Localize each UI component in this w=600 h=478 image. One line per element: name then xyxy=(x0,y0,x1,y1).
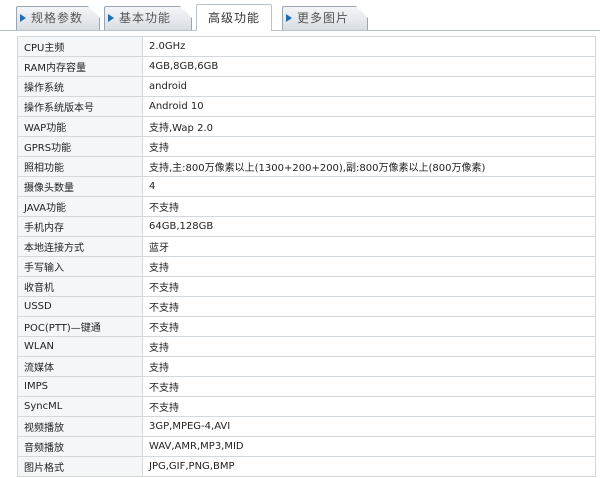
table-row: IMPS 不支持 xyxy=(17,376,596,397)
table-row: POC(PTT)—键通 不支持 xyxy=(17,316,596,337)
tab-more-images[interactable]: 更多图片 xyxy=(282,6,368,30)
table-row: 操作系统版本号 Android 10 xyxy=(17,96,596,117)
spec-value: Android 10 xyxy=(142,96,596,117)
spec-value: 支持,Wap 2.0 xyxy=(142,116,596,137)
spec-value: 支持 xyxy=(142,356,596,377)
tab-bar: 规格参数 基本功能 高级功能 更多图片 xyxy=(0,0,600,31)
tab-advanced-functions[interactable]: 高级功能 xyxy=(196,4,272,31)
spec-value: 支持 xyxy=(142,336,596,357)
tab-spec-params[interactable]: 规格参数 xyxy=(16,6,100,30)
tab-basic-functions[interactable]: 基本功能 xyxy=(104,6,192,30)
table-row: RAM内存容量 4GB,8GB,6GB xyxy=(17,56,596,77)
table-row: 音频播放 WAV,AMR,MP3,MID xyxy=(17,436,596,457)
spec-label: 收音机 xyxy=(17,276,143,297)
spec-label: RAM内存容量 xyxy=(17,56,143,77)
spec-label: 音频播放 xyxy=(17,436,143,457)
arrow-right-icon xyxy=(20,14,26,22)
spec-label: GPRS功能 xyxy=(17,136,143,157)
tab-label: 高级功能 xyxy=(207,11,260,25)
spec-label: IMPS xyxy=(17,376,143,397)
spec-label: 手机内存 xyxy=(17,216,143,237)
spec-value: 不支持 xyxy=(142,316,596,337)
table-row: 照相功能 支持,主:800万像素以上(1300+200+200),副:800万像素… xyxy=(17,156,596,177)
spec-label: 视频播放 xyxy=(17,416,143,437)
spec-value: 支持,主:800万像素以上(1300+200+200),副:800万像素以上(8… xyxy=(142,156,596,177)
tab-label: 基本功能 xyxy=(119,11,172,25)
spec-table: CPU主频 2.0GHz RAM内存容量 4GB,8GB,6GB 操作系统 android… xyxy=(17,36,596,477)
table-row: 手机内存 64GB,128GB xyxy=(17,216,596,237)
spec-value: 3GP,MPEG-4,AVI xyxy=(142,416,596,437)
table-row: GPRS功能 支持 xyxy=(17,136,596,157)
table-row: JAVA功能 不支持 xyxy=(17,196,596,217)
spec-label: 本地连接方式 xyxy=(17,236,143,257)
spec-value: 不支持 xyxy=(142,296,596,317)
spec-label: 手写输入 xyxy=(17,256,143,277)
spec-value: 蓝牙 xyxy=(142,236,596,257)
table-row: 视频播放 3GP,MPEG-4,AVI xyxy=(17,416,596,437)
arrow-right-icon xyxy=(108,14,114,22)
spec-value: 2.0GHz xyxy=(142,36,596,57)
table-row: USSD 不支持 xyxy=(17,296,596,317)
spec-value: JPG,GIF,PNG,BMP xyxy=(142,456,596,477)
spec-value: 支持 xyxy=(142,256,596,277)
tab-corner-fold xyxy=(88,6,100,18)
spec-label: JAVA功能 xyxy=(17,196,143,217)
spec-label: WLAN xyxy=(17,336,143,357)
spec-label: 操作系统 xyxy=(17,76,143,97)
tab-corner-fold xyxy=(180,6,192,18)
arrow-right-icon xyxy=(286,14,292,22)
spec-label: CPU主频 xyxy=(17,36,143,57)
spec-label: 图片格式 xyxy=(17,456,143,477)
table-row: 图片格式 JPG,GIF,PNG,BMP xyxy=(17,456,596,477)
table-row: WAP功能 支持,Wap 2.0 xyxy=(17,116,596,137)
spec-label: SyncML xyxy=(17,396,143,417)
spec-value: 不支持 xyxy=(142,276,596,297)
table-row: 摄像头数量 4 xyxy=(17,176,596,197)
table-row: 操作系统 android xyxy=(17,76,596,97)
spec-value: 64GB,128GB xyxy=(142,216,596,237)
spec-value: 不支持 xyxy=(142,376,596,397)
tab-label: 更多图片 xyxy=(297,11,350,25)
tab-bar-divider xyxy=(0,30,600,31)
table-row: 收音机 不支持 xyxy=(17,276,596,297)
tab-label: 规格参数 xyxy=(31,11,84,25)
spec-label: 照相功能 xyxy=(17,156,143,177)
spec-value: 支持 xyxy=(142,136,596,157)
spec-label: 操作系统版本号 xyxy=(17,96,143,117)
spec-value: 不支持 xyxy=(142,396,596,417)
spec-page: 规格参数 基本功能 高级功能 更多图片 CPU主频 2.0GHz RAM内存容量 4G… xyxy=(0,0,600,478)
spec-value: android xyxy=(142,76,596,97)
spec-label: 流媒体 xyxy=(17,356,143,377)
spec-label: USSD xyxy=(17,296,143,317)
spec-label: POC(PTT)—键通 xyxy=(17,316,143,337)
spec-value: 不支持 xyxy=(142,196,596,217)
spec-value: WAV,AMR,MP3,MID xyxy=(142,436,596,457)
table-row: 手写输入 支持 xyxy=(17,256,596,277)
tab-corner-fold xyxy=(356,6,368,18)
spec-value: 4 xyxy=(142,176,596,197)
table-row: 流媒体 支持 xyxy=(17,356,596,377)
spec-label: WAP功能 xyxy=(17,116,143,137)
table-row: 本地连接方式 蓝牙 xyxy=(17,236,596,257)
table-row: SyncML 不支持 xyxy=(17,396,596,417)
table-row: CPU主频 2.0GHz xyxy=(17,36,596,57)
spec-label: 摄像头数量 xyxy=(17,176,143,197)
table-row: WLAN 支持 xyxy=(17,336,596,357)
spec-value: 4GB,8GB,6GB xyxy=(142,56,596,77)
